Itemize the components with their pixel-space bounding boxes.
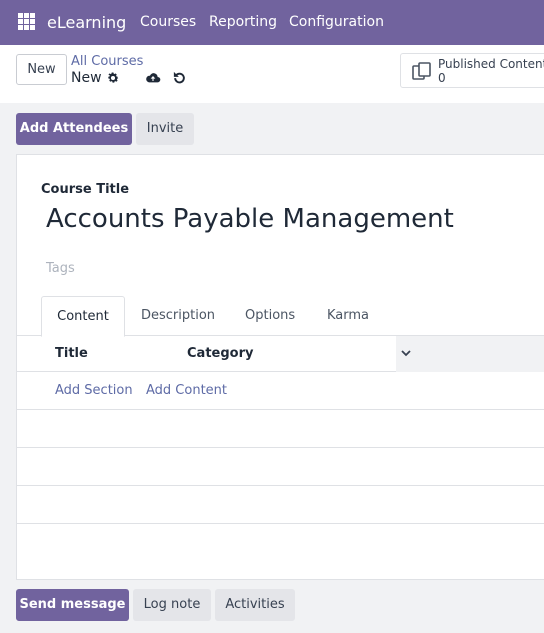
new-button[interactable]: New (16, 54, 67, 85)
chevron-down-icon (401, 350, 411, 357)
notebook-tabs: Content Description Options Karma (17, 296, 544, 337)
menu-courses[interactable]: Courses (140, 0, 196, 45)
course-title-input[interactable]: Accounts Payable Management (46, 204, 454, 234)
menu-reporting[interactable]: Reporting (209, 0, 277, 45)
log-note-button[interactable]: Log note (133, 589, 211, 621)
table-add-row: Add Section Add Content (17, 372, 544, 410)
published-contents-count: 0 (438, 71, 446, 85)
course-title-label: Course Title (41, 182, 130, 197)
send-message-button[interactable]: Send message (16, 589, 129, 621)
top-navbar: eLearning Courses Reporting Configuratio… (0, 0, 544, 45)
add-attendees-button[interactable]: Add Attendees (16, 113, 132, 145)
column-category[interactable]: Category (187, 336, 253, 372)
table-row (17, 486, 544, 524)
save-cloud-icon[interactable] (145, 71, 161, 85)
apps-menu-icon[interactable] (18, 13, 35, 30)
discard-icon[interactable] (172, 70, 187, 85)
column-title[interactable]: Title (55, 336, 88, 372)
add-content-link[interactable]: Add Content (146, 372, 227, 410)
form-sheet: Course Title Accounts Payable Management… (16, 154, 544, 580)
content-table-header: Title Category (17, 336, 544, 372)
breadcrumb-current: New (71, 70, 102, 86)
activities-button[interactable]: Activities (215, 589, 295, 621)
gear-icon[interactable] (106, 71, 120, 85)
tab-options[interactable]: Options (245, 296, 295, 336)
breadcrumb-all-courses[interactable]: All Courses (71, 54, 143, 69)
copy-icon (412, 62, 431, 80)
tab-content[interactable]: Content (41, 296, 125, 337)
menu-configuration[interactable]: Configuration (289, 0, 384, 45)
tags-input[interactable]: Tags (46, 261, 75, 276)
control-panel: New All Courses New Published Contents 0 (0, 45, 544, 103)
invite-button[interactable]: Invite (136, 113, 194, 145)
optional-columns-toggle[interactable] (396, 336, 544, 372)
tab-karma[interactable]: Karma (327, 296, 369, 336)
add-section-link[interactable]: Add Section (55, 372, 133, 410)
table-row (17, 448, 544, 486)
app-name[interactable]: eLearning (47, 0, 126, 45)
published-contents-label: Published Contents (438, 57, 544, 71)
published-contents-button[interactable]: Published Contents 0 (400, 53, 544, 88)
tab-description[interactable]: Description (141, 296, 215, 336)
table-row (17, 410, 544, 448)
